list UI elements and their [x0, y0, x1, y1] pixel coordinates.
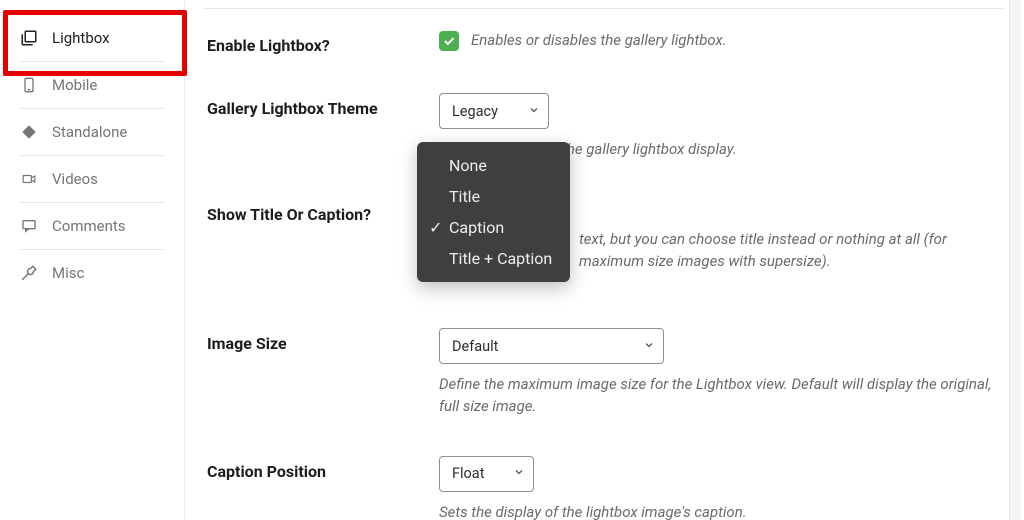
chevron-down-icon [528, 103, 540, 120]
divider [203, 8, 1004, 9]
select-value: Legacy [452, 103, 498, 120]
label-gallery-theme: Gallery Lightbox Theme [207, 93, 439, 118]
label-title-caption: Show Title Or Caption? [207, 199, 439, 224]
sidebar-item-comments[interactable]: Comments [20, 202, 164, 249]
sidebar-item-videos[interactable]: Videos [20, 155, 164, 202]
sidebar-item-label: Mobile [52, 76, 97, 94]
row-image-size: Image Size Default Define the maximum im… [207, 328, 1004, 418]
video-icon [20, 170, 38, 188]
sidebar-item-lightbox[interactable]: Lightbox [0, 15, 184, 61]
sidebar-item-misc[interactable]: Misc [20, 249, 164, 296]
title-caption-dropdown[interactable]: None Title Caption Title + Caption [417, 142, 570, 282]
chevron-down-icon [513, 465, 525, 482]
select-value: Float [452, 465, 484, 482]
sidebar-item-mobile[interactable]: Mobile [20, 61, 164, 108]
caption-position-select[interactable]: Float [439, 456, 534, 492]
sidebar-item-label: Misc [52, 264, 84, 282]
dropdown-option-caption[interactable]: Caption [417, 212, 570, 243]
misc-icon [20, 264, 38, 282]
row-gallery-theme: Gallery Lightbox Theme Legacy Sets the t… [207, 93, 1004, 161]
gallery-theme-select[interactable]: Legacy [439, 93, 549, 129]
settings-sidebar: Lightbox Mobile Standalone Videos Commen [0, 0, 185, 520]
standalone-icon [20, 123, 38, 141]
dropdown-option-none[interactable]: None [417, 150, 570, 181]
row-caption-position: Caption Position Float Sets the display … [207, 456, 1004, 520]
row-enable-lightbox: Enable Lightbox? Enables or disables the… [207, 30, 1004, 55]
settings-form: Enable Lightbox? Enables or disables the… [185, 0, 1024, 520]
sidebar-item-label: Standalone [52, 123, 127, 141]
sidebar-item-label: Lightbox [52, 29, 110, 47]
label-caption-position: Caption Position [207, 456, 439, 481]
row-title-caption: Show Title Or Caption? text, but you can… [207, 199, 1004, 273]
sidebar-item-standalone[interactable]: Standalone [20, 108, 164, 155]
select-value: Default [452, 338, 498, 355]
scrollbar[interactable] [1009, 0, 1021, 520]
sidebar-item-label: Videos [52, 170, 98, 188]
help-image-size: Define the maximum image size for the Li… [439, 374, 1004, 418]
image-size-select[interactable]: Default [439, 328, 664, 364]
sidebar-item-label: Comments [52, 217, 126, 235]
dropdown-option-title[interactable]: Title [417, 181, 570, 212]
label-enable-lightbox: Enable Lightbox? [207, 30, 439, 55]
help-enable-lightbox: Enables or disables the gallery lightbox… [471, 30, 727, 52]
dropdown-option-title-caption[interactable]: Title + Caption [417, 243, 570, 274]
chevron-down-icon [643, 338, 655, 355]
enable-lightbox-checkbox[interactable] [439, 31, 459, 51]
help-caption-position: Sets the display of the lightbox image's… [439, 502, 1004, 520]
label-image-size: Image Size [207, 328, 439, 353]
lightbox-icon [20, 29, 38, 47]
comments-icon [20, 217, 38, 235]
mobile-icon [20, 76, 38, 94]
